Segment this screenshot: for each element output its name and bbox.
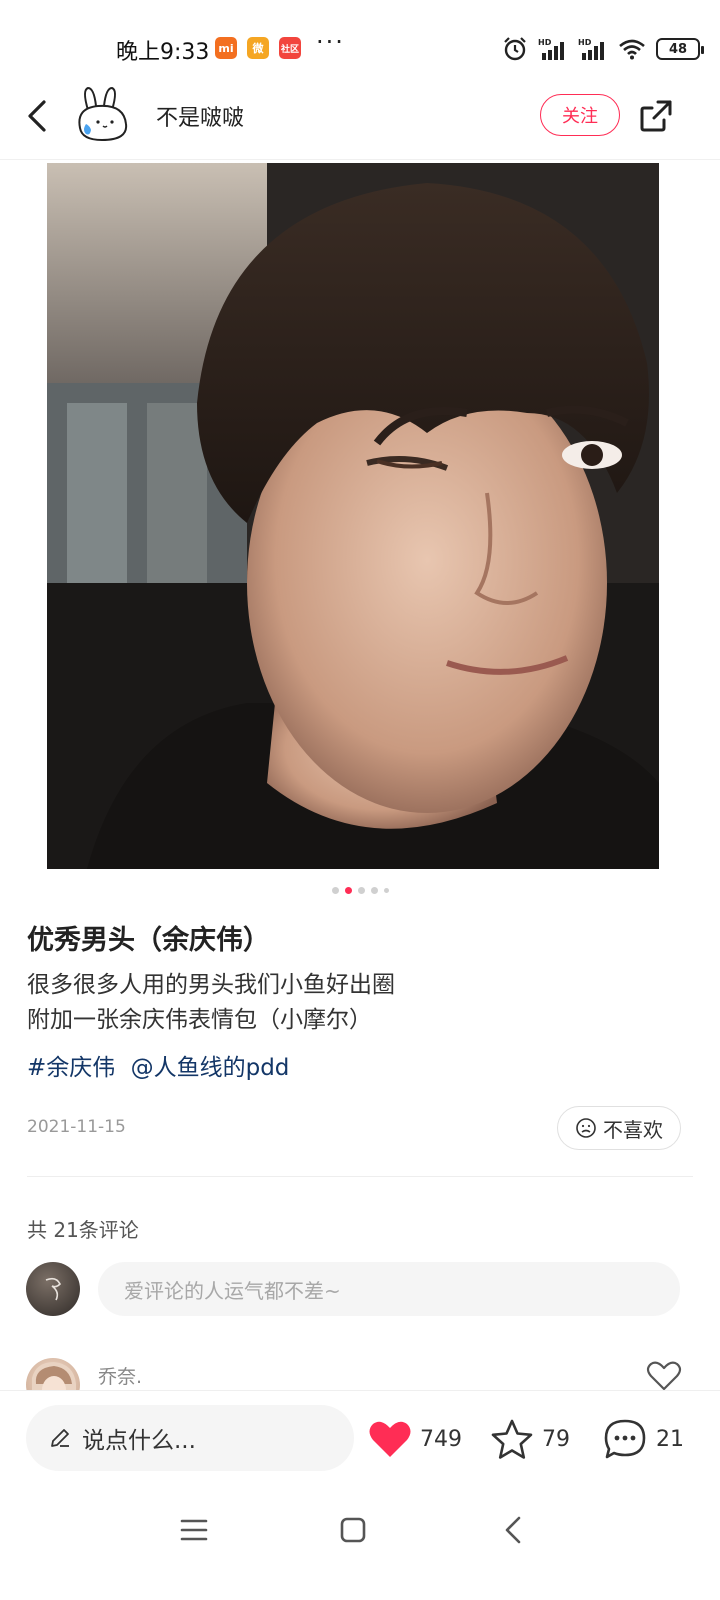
signal-hd-2-icon: HD [578, 38, 604, 60]
like-button[interactable]: 749 [368, 1417, 462, 1461]
author-avatar[interactable] [72, 84, 132, 144]
note-tags: #余庆伟 @人鱼线的pdd [27, 1048, 297, 1082]
weibo-app-icon: 微 [247, 37, 269, 59]
svg-text:HD: HD [578, 38, 592, 47]
dislike-label: 不喜欢 [603, 1117, 663, 1142]
comment-count: 共 21条评论 [27, 1218, 139, 1242]
say-something-input[interactable]: 说点什么... [26, 1405, 354, 1471]
home-icon[interactable] [333, 1510, 373, 1550]
svg-text:HD: HD [538, 38, 552, 47]
community-app-icon: 社区 [279, 37, 301, 59]
page-dot [357, 886, 365, 894]
collect-button[interactable]: 79 [490, 1417, 570, 1461]
hashtag-link[interactable]: #余庆伟 [27, 1055, 115, 1081]
comment-bubble-icon [604, 1419, 646, 1459]
author-name[interactable]: 不是啵啵 [156, 100, 244, 132]
comment-total: 21 [656, 1426, 684, 1452]
comment-input[interactable]: 爱评论的人运气都不差~ [98, 1262, 680, 1316]
heart-icon [369, 1421, 411, 1457]
commenter-name[interactable]: 乔奈. [98, 1362, 142, 1389]
note-photo[interactable] [47, 163, 659, 869]
mention-link[interactable]: @人鱼线的pdd [131, 1055, 290, 1081]
share-icon[interactable] [636, 96, 676, 136]
avatar-image [45, 1277, 61, 1301]
star-icon [491, 1419, 533, 1459]
note-body-line: 附加一张余庆伟表情包（小摩尔） [27, 1007, 372, 1033]
collect-count: 79 [542, 1426, 570, 1452]
bottom-action-bar: 说点什么... 749 79 21 [0, 1390, 720, 1490]
page-dot [383, 887, 389, 893]
pencil-icon [51, 1429, 69, 1447]
page-dot-active [344, 886, 352, 894]
photo-pagination [0, 884, 720, 896]
status-time: 晚上9:33 [116, 40, 210, 65]
comment-like-icon[interactable] [646, 1360, 682, 1392]
nav-back-icon[interactable] [494, 1510, 534, 1550]
note-title: 优秀男头（余庆伟） [27, 925, 270, 956]
like-count: 749 [420, 1426, 462, 1452]
my-avatar [26, 1262, 80, 1316]
battery-icon: 48 [656, 38, 704, 60]
dislike-button[interactable]: 不喜欢 [557, 1106, 681, 1150]
page-dot [370, 886, 378, 894]
wifi-icon [619, 39, 645, 60]
note-body-line: 很多很多人用的男头我们小鱼好出圈 [27, 972, 395, 998]
status-bar: 晚上9:33 mi 微 社区 ··· HD HD 48 [0, 0, 720, 90]
status-icons: HD HD 48 [502, 36, 704, 62]
divider [27, 1176, 693, 1177]
more-notifications-icon: ··· [316, 28, 345, 56]
say-placeholder: 说点什么... [82, 1428, 196, 1454]
menu-icon[interactable] [174, 1510, 214, 1550]
alarm-icon [504, 37, 526, 61]
system-nav-bar [0, 1490, 720, 1600]
comment-button[interactable]: 21 [602, 1417, 684, 1461]
note-body: 很多很多人用的男头我们小鱼好出圈 附加一张余庆伟表情包（小摩尔） [27, 968, 395, 1038]
follow-button[interactable]: 关注 [540, 94, 620, 136]
note-date: 2021-11-15 [27, 1117, 126, 1137]
note-header: 不是啵啵 关注 [0, 80, 720, 160]
page-dot [331, 886, 339, 894]
signal-hd-1-icon: HD [538, 38, 564, 60]
mi-app-icon: mi [215, 37, 237, 59]
sad-face-icon [576, 1118, 596, 1138]
portrait-image [47, 163, 659, 869]
back-icon[interactable] [18, 96, 58, 136]
